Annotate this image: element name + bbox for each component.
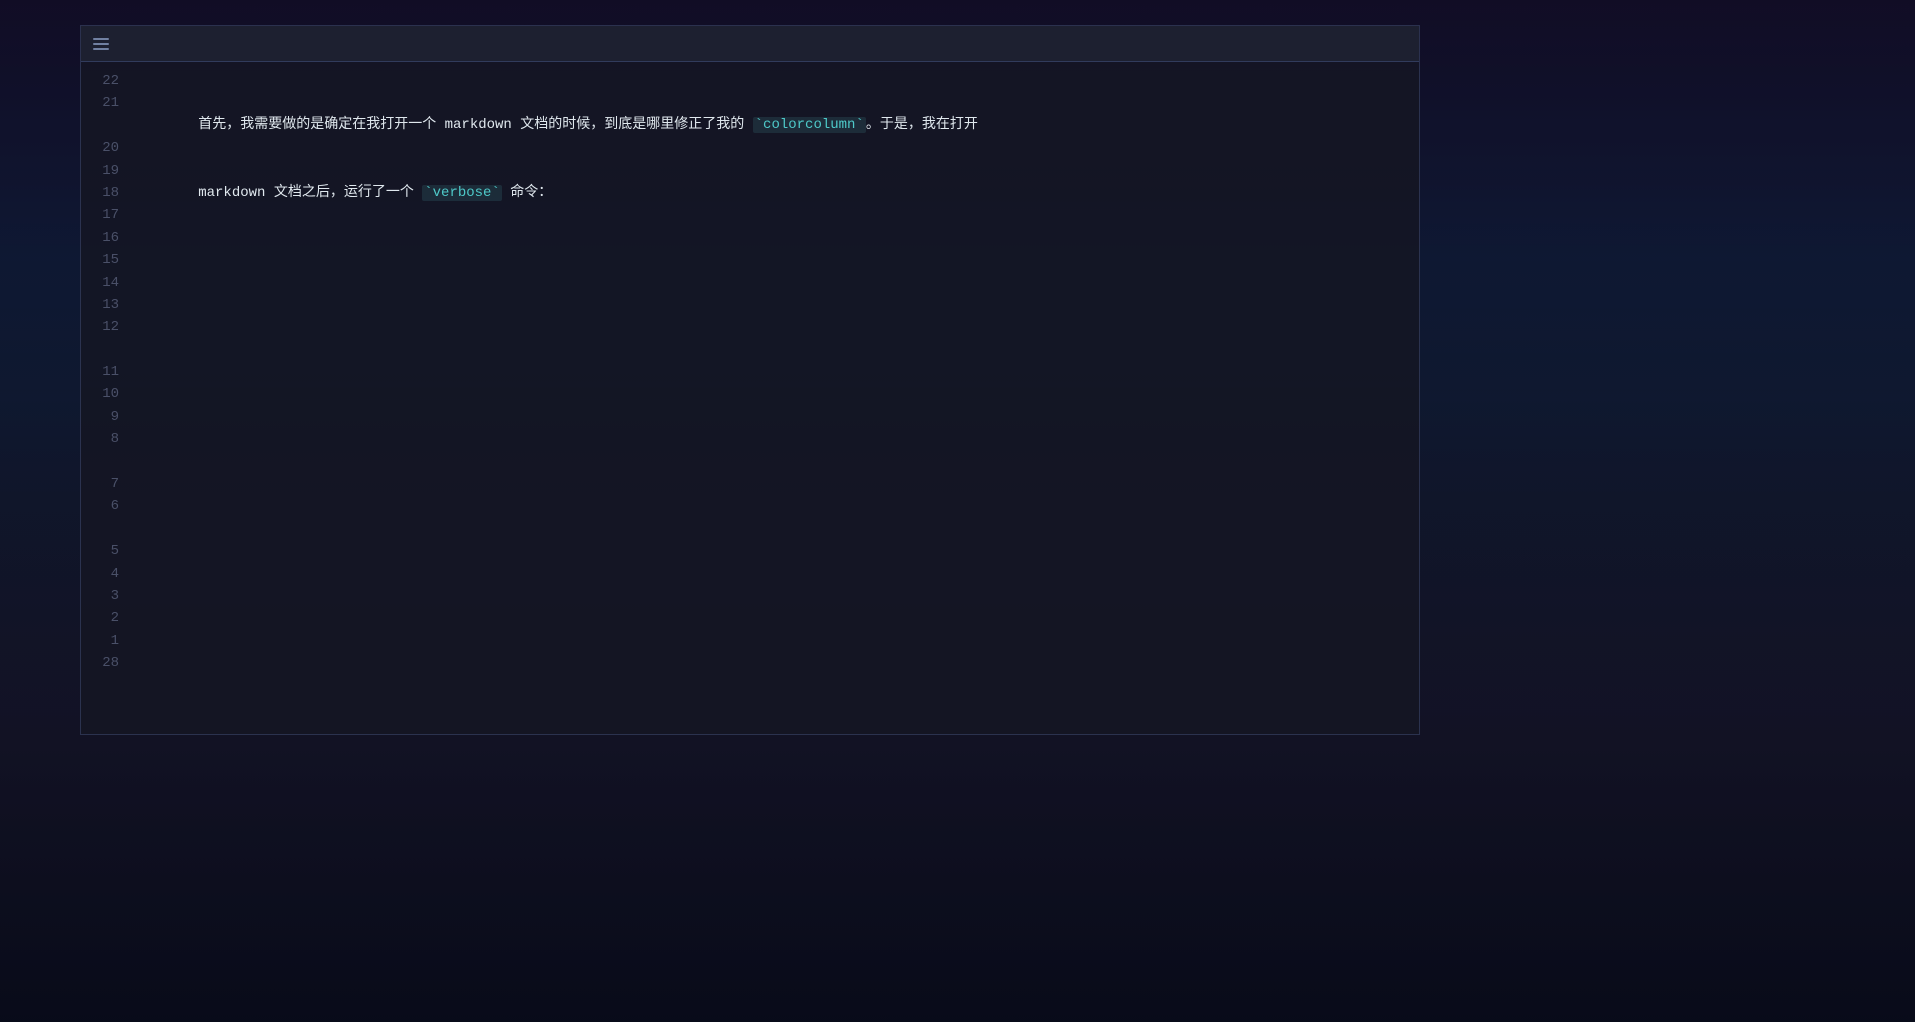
line-22: [131, 70, 1403, 92]
line-21: 首先，我需要做的是确定在我打开一个 markdown 文档的时候，到底是哪里修正…: [131, 92, 1403, 159]
line-numbers: 22 21 20 19 18 17 16 15 14 13 12 11 10 9…: [81, 70, 131, 726]
title-bar: [81, 26, 1419, 62]
close-button[interactable]: [1385, 33, 1407, 55]
line-21-cont: markdown 文档之后，运行了一个 `verbose` 命令：: [131, 159, 1403, 226]
window-menu-icon: [93, 38, 109, 50]
code-area: 首先，我需要做的是确定在我打开一个 markdown 文档的时候，到底是哪里修正…: [131, 70, 1419, 726]
editor-window: 22 21 20 19 18 17 16 15 14 13 12 11 10 9…: [80, 25, 1420, 735]
editor-content: 22 21 20 19 18 17 16 15 14 13 12 11 10 9…: [81, 62, 1419, 734]
line-20: [131, 226, 1403, 248]
